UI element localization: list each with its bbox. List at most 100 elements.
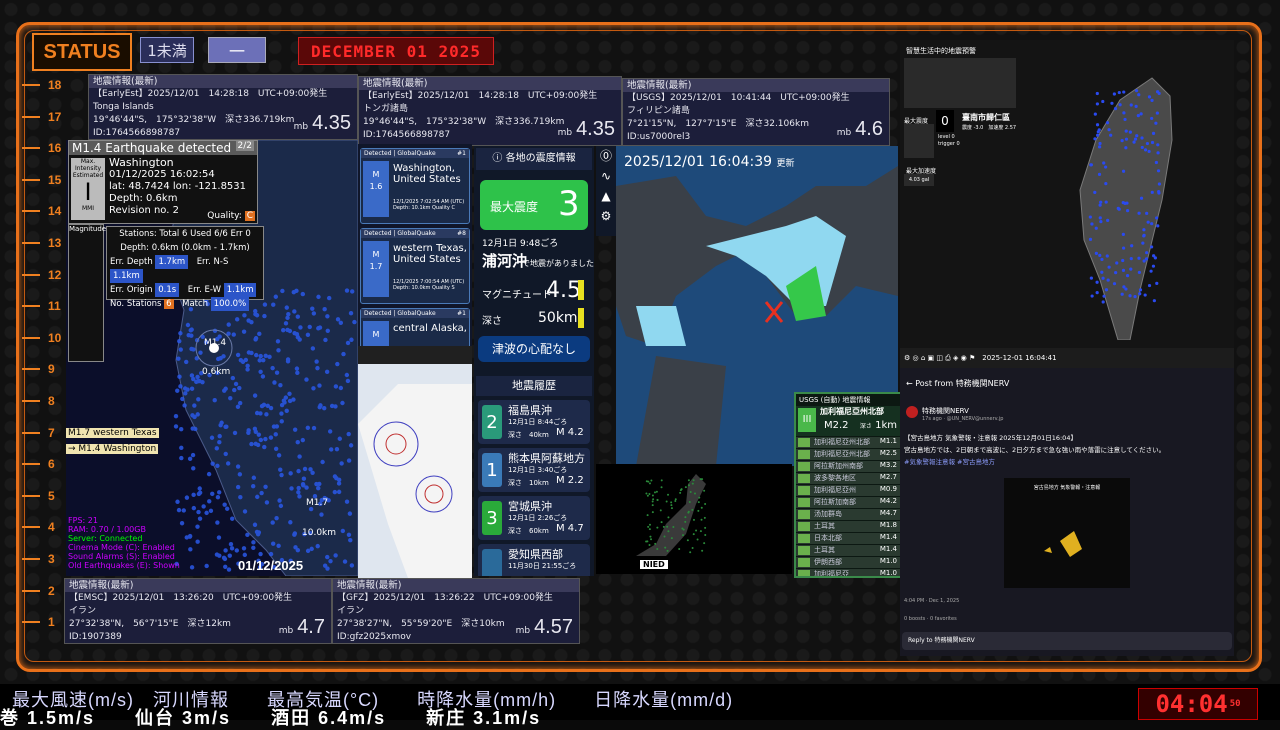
usgs-item-name: 日本北部 (814, 534, 842, 542)
nied-station-dot (667, 516, 670, 519)
usgs-list-item[interactable]: 土耳其 M1.8 (796, 521, 900, 532)
mb-label: mb (278, 626, 294, 636)
station-dot (311, 311, 317, 316)
station-dot (268, 435, 274, 440)
nied-station-dot (650, 479, 653, 482)
nied-station-dot (698, 496, 701, 499)
station-dot (288, 520, 293, 525)
station-dot (235, 484, 241, 490)
usgs-item-badge (798, 498, 810, 507)
usgs-list-item[interactable]: 土耳其 M1.4 (796, 545, 900, 556)
history-mag: M 2.2 (556, 475, 584, 486)
station-dot (190, 413, 195, 418)
usgs-list-item[interactable]: 日本北部 M1.4 (796, 533, 900, 544)
station-dot (189, 565, 195, 570)
tw-station-dot (1151, 131, 1156, 135)
nied-station-dot (697, 501, 700, 504)
card-line: 【EarlyEst】2025/12/01 14:28:18 UTC+09:00発… (363, 91, 598, 101)
station-dot (263, 353, 268, 359)
usgs-item-name: 汤加群岛 (814, 510, 842, 518)
ruler-label: 16 (48, 141, 62, 156)
tw-station-dot (1143, 293, 1147, 297)
mb-label: mb (293, 122, 309, 132)
post-image[interactable]: 宮古島地方 気象警報・注意報 (1004, 478, 1130, 588)
station-dot (207, 499, 212, 504)
station-dot (295, 440, 300, 445)
tw-station-dot (1142, 234, 1146, 238)
card-header: 地震情報(最新) (65, 579, 331, 592)
nied-station-dot (648, 482, 651, 485)
station-dot (322, 307, 327, 312)
station-dot (224, 506, 230, 511)
nerv-name[interactable]: 特務機関NERV (922, 406, 969, 416)
station-dot (218, 423, 223, 428)
history-mag: M 4.2 (556, 427, 584, 438)
usgs-list-item[interactable]: 加利福尼亞州北部 M1.1 (796, 437, 900, 448)
post-tags[interactable]: #気象警報注意報 #宮古島地方 (904, 456, 1230, 468)
usgs-item-name: 阿拉斯加州南部 (814, 462, 863, 470)
ruler-label: 11 (48, 299, 61, 314)
usgs-item-badge (798, 462, 810, 471)
reply-input[interactable]: Reply to 特務機関NERV (902, 632, 1232, 650)
usgs-list-item[interactable]: 加利福尼亞 M1.0 (796, 569, 900, 576)
glq-place: central Alaska, (393, 323, 467, 334)
nied-station-dot (672, 525, 675, 528)
station-dot (177, 338, 182, 344)
tw-station-dot (1136, 114, 1140, 118)
station-dot (332, 474, 338, 479)
usgs-list-item[interactable]: 伊朗西部 M1.0 (796, 557, 900, 568)
tw-station-dot (1088, 237, 1093, 241)
station-dot (324, 369, 330, 375)
post-back[interactable]: ← Post from 特務機関NERV (906, 378, 1009, 389)
nerv-avatar[interactable] (906, 406, 918, 418)
history-item[interactable]: 1 熊本県阿蘇地方 12月1日 3:40ごろ 深さ 10km M 2.2 (478, 448, 590, 492)
tw-station-dot (1147, 149, 1151, 154)
tw-station-dot (1130, 244, 1134, 248)
ruler-label: 10 (48, 330, 62, 345)
station-dot (228, 395, 233, 401)
station-dot (287, 391, 292, 396)
usgs-list-item[interactable]: 阿拉斯加州南部 M3.2 (796, 461, 900, 472)
hmap-time-value: 2025/12/01 16:04:39 (624, 154, 773, 170)
tw-station-dot (1090, 222, 1094, 226)
station-dot (179, 455, 184, 461)
nied-station-dot (703, 542, 706, 545)
glq-item[interactable]: Detected | GlobalQuake #8 M 1.7 western Texa… (360, 228, 470, 304)
station-dot (185, 322, 191, 328)
tw-station-dot (1090, 294, 1094, 298)
station-dot (209, 435, 215, 440)
tw-toolbar[interactable]: ⚙ ◎ ⌂ ▣ ◫ ⎙ ◈ ◉ ⚑ 2025-12-01 16:04:41 (900, 348, 1234, 368)
station-dot (251, 540, 256, 545)
usgs-list-item[interactable]: 汤加群岛 M4.7 (796, 509, 900, 520)
card-mag: mb 4.6 (837, 118, 883, 141)
station-dot (190, 426, 195, 431)
history-item[interactable]: 愛知県西部 11月30日 21:55ごろ (478, 544, 590, 576)
usgs-list-item[interactable]: 波多黎各地区 M2.7 (796, 473, 900, 484)
history-item[interactable]: 2 福島県沖 12月1日 8:44ごろ 深さ 40km M 4.2 (478, 400, 590, 444)
tw-station-dot (1101, 300, 1105, 304)
history-header: 地震履歴 (476, 376, 592, 396)
tw-station-dot (1104, 165, 1108, 169)
usgs-list-item[interactable]: 加利福尼亞州北部 M2.5 (796, 449, 900, 460)
station-dot (197, 490, 203, 495)
tw-station-dot (1129, 267, 1133, 271)
station-dot (279, 472, 284, 478)
nied-station-dot (701, 549, 704, 552)
tool-icons[interactable]: ⓪ ∿ ▲ ⚙ (596, 146, 616, 226)
usgs-list-item[interactable]: 阿拉斯加南部 M4.2 (796, 497, 900, 508)
nied-station-dot (678, 548, 681, 551)
station-dot (332, 489, 338, 495)
usgs-item-badge (798, 450, 810, 459)
usgs-header: USGS (自動) 地震情報 (799, 396, 871, 404)
history-item[interactable]: 3 宮城県沖 12月1日 2:26ごろ 深さ 60km M 4.7 (478, 496, 590, 540)
usgs-list-item[interactable]: 加利福尼亞州 M0.9 (796, 485, 900, 496)
glq-item[interactable]: Detected | GlobalQuake #1 M 1.6 Washington, … (360, 148, 470, 224)
station-dot (297, 494, 302, 499)
nied-station-dot (656, 547, 659, 550)
magnitude-label: Magnitude (69, 225, 107, 233)
nied-station-dot (704, 533, 707, 536)
station-dot (295, 314, 301, 319)
station-dot (278, 467, 283, 472)
nied-station-dot (651, 500, 654, 503)
station-dot (322, 406, 327, 411)
